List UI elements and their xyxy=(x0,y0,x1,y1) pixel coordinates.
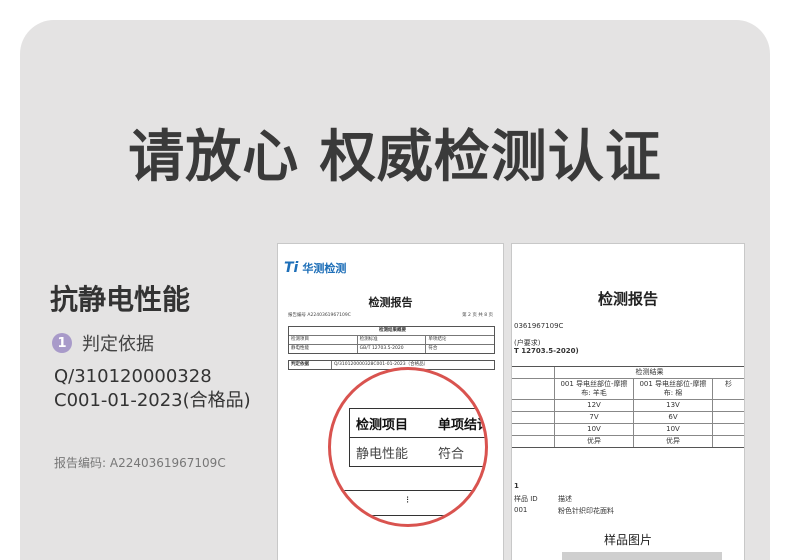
table-cell: 检测项目 xyxy=(291,337,309,342)
table-cell xyxy=(512,379,554,399)
doc2-results-table: 检测结果 001 导电丝部位-摩擦布: 羊毛 001 导电丝部位-摩擦布: 棉 … xyxy=(512,366,744,448)
table-row: 001 导电丝部位-摩擦布: 羊毛 001 导电丝部位-摩擦布: 棉 杉 xyxy=(512,378,744,399)
table-cell xyxy=(512,400,554,411)
sample-image-title: 样品图片 xyxy=(603,533,652,547)
table-row: 检测项目 单项结论 xyxy=(350,409,488,437)
table-cell xyxy=(512,367,554,378)
table-cell xyxy=(712,400,744,411)
results-header: 检测结果 xyxy=(554,367,744,378)
logo-mark-icon: Ti xyxy=(284,260,299,276)
table-cell: 优异 xyxy=(554,436,633,447)
report-number: 报告编码: A2240361967109C xyxy=(54,456,226,470)
headline: 请放心 权威检测认证 xyxy=(128,125,662,190)
table-row: 检测结果 xyxy=(512,367,744,378)
table-cell: 6V xyxy=(633,412,712,423)
doc1-title: 检测报告 xyxy=(368,296,413,309)
table-row: 检测项目 检测标准 单项结论 xyxy=(289,335,494,344)
mag-head-result: 单项结论 xyxy=(438,417,488,433)
number-badge: 1 xyxy=(52,333,72,353)
mag-dash: ⁝ xyxy=(406,495,410,506)
table-cell: 10V xyxy=(633,424,712,435)
report-document-2: 检测报告 0361967109C (户要求) T 12703.5-2020) 检… xyxy=(512,244,744,560)
table-cell xyxy=(712,412,744,423)
property-title: 抗静电性能 xyxy=(50,283,191,316)
table-cell: 12V xyxy=(554,400,633,411)
table-row: 静电性能 GB/T 12703.5-2020 符合 xyxy=(289,344,494,353)
table-cell: 001 导电丝部位-摩擦布: 棉 xyxy=(633,379,712,399)
table-cell: 10V xyxy=(554,424,633,435)
table-cell: 符合 xyxy=(425,345,494,353)
logo-text: 华测检测 xyxy=(302,262,347,275)
doc2-fragment: 0361967109C xyxy=(514,322,564,330)
table-cell xyxy=(512,436,554,447)
mag-head-item: 检测项目 xyxy=(356,417,409,433)
table-cell xyxy=(512,424,554,435)
standard-line-1: Q/310120000328 xyxy=(54,366,212,387)
table-cell xyxy=(512,412,554,423)
mag-val-result: 符合 xyxy=(438,446,465,462)
table-row: 静电性能 符合 xyxy=(350,437,485,466)
basis-label: 判定依据 xyxy=(82,334,154,355)
table-row: 7V 6V xyxy=(512,411,744,423)
magnified-table: 检测项目 单项结论 静电性能 符合 xyxy=(349,408,488,467)
standard-text: Q/310120000328 C001-01-2023(合格品) xyxy=(54,365,251,413)
table-cell: 优异 xyxy=(633,436,712,447)
table-cell: 7V xyxy=(554,412,633,423)
table-cell: 13V xyxy=(633,400,712,411)
table-cell: GB/T 12703.5-2020 xyxy=(356,345,426,353)
doc1-report-no: 报告编号 A2240361967109C xyxy=(288,313,351,318)
logo: Ti 华测检测 xyxy=(284,260,346,276)
table-cell: 检测标准 xyxy=(356,336,426,344)
basis-row: 1 判定依据 xyxy=(52,330,154,356)
content-panel: 请放心 权威检测认证 抗静电性能 1 判定依据 Q/310120000328 C… xyxy=(20,20,770,560)
sample-desc: 粉色针织印花面料 xyxy=(558,507,614,515)
table-row: 12V 13V xyxy=(512,399,744,411)
magnified-lower-box: ⁝ xyxy=(331,490,481,516)
table-row: 10V 10V xyxy=(512,423,744,435)
table-cell: 判定依据 xyxy=(291,362,309,367)
doc2-fragment: 1 xyxy=(514,482,519,490)
table-cell: 001 导电丝部位-摩擦布: 羊毛 xyxy=(554,379,633,399)
summary-title: 检测结果概要 xyxy=(379,328,406,333)
table-cell: 静电性能 xyxy=(291,346,309,351)
sample-image xyxy=(562,552,722,560)
table-row: 优异 优异 xyxy=(512,435,744,447)
standard-line-2: C001-01-2023(合格品) xyxy=(54,390,251,411)
table-cell: 单项结论 xyxy=(425,336,494,344)
sample-id-label: 样品 ID xyxy=(514,495,538,503)
doc1-page: 第 2 页 共 8 页 xyxy=(462,313,493,318)
doc1-summary-table: 检测结果概要 检测项目 检测标准 单项结论 静电性能 GB/T 12703.5-… xyxy=(288,326,495,354)
magnifier-callout: 检测项目 单项结论 静电性能 符合 ⁝ xyxy=(328,367,488,527)
sample-id-value: 描述 xyxy=(558,495,572,503)
table-row: 检测结果概要 xyxy=(289,327,494,335)
table-cell xyxy=(712,436,744,447)
table-cell: 杉 xyxy=(712,379,744,399)
doc2-fragment: T 12703.5-2020) xyxy=(514,347,579,355)
sample-code: 001 xyxy=(514,506,528,514)
table-cell xyxy=(712,424,744,435)
mag-val-item: 静电性能 xyxy=(356,446,409,462)
doc2-title: 检测报告 xyxy=(597,290,658,308)
